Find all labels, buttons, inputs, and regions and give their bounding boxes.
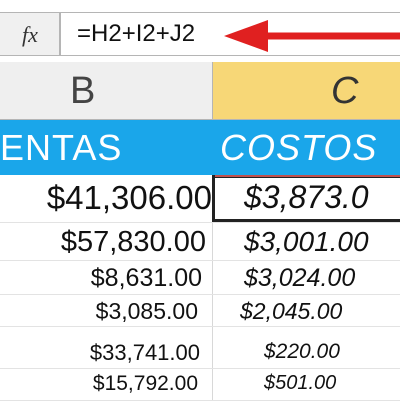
costos-cell[interactable]: $220.00: [264, 340, 340, 364]
column-header-c-label: C: [331, 70, 359, 112]
formula-bar: fx =H2+I2+J2: [0, 0, 400, 62]
row-divider: [0, 326, 400, 327]
fx-icon: fx: [22, 22, 38, 47]
ventas-cell[interactable]: $57,830.00: [61, 226, 206, 259]
costos-header-cell[interactable]: COSTOS: [220, 127, 377, 169]
ventas-cell[interactable]: $3,085.00: [96, 298, 198, 325]
ventas-cell[interactable]: $41,306.00: [47, 179, 212, 217]
row-divider: [0, 368, 400, 369]
column-header-b[interactable]: B: [0, 62, 213, 120]
active-cell-accent: [215, 175, 400, 177]
costos-cell[interactable]: $3,024.00: [244, 264, 355, 293]
costos-cell[interactable]: $3,001.00: [244, 226, 369, 258]
ventas-cell[interactable]: $15,792.00: [93, 372, 198, 396]
costos-cell[interactable]: $501.00: [264, 372, 336, 395]
ventas-cell[interactable]: $33,741.00: [90, 340, 200, 366]
column-header-c[interactable]: C: [213, 62, 400, 120]
row-divider: [0, 260, 400, 261]
costos-cell[interactable]: $2,045.00: [240, 298, 342, 325]
formula-text: =H2+I2+J2: [77, 20, 196, 47]
row-divider: [0, 222, 400, 223]
active-cell-border[interactable]: [212, 175, 400, 222]
column-header-b-label: B: [70, 70, 96, 112]
table-header-row: ENTAS COSTOS: [0, 120, 400, 175]
ventas-cell[interactable]: $8,631.00: [91, 264, 202, 293]
ventas-header-cell[interactable]: ENTAS: [0, 127, 122, 169]
row-divider: [0, 294, 400, 295]
insert-function-button[interactable]: fx: [0, 12, 60, 56]
red-arrow-icon: [224, 20, 400, 52]
